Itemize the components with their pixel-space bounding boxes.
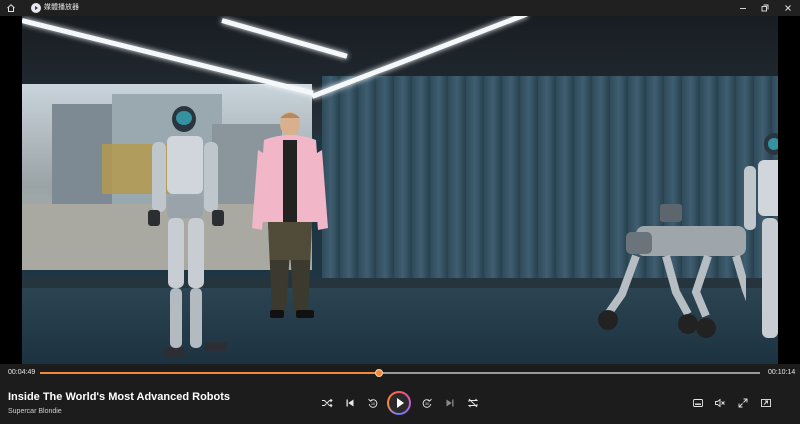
shuffle-icon xyxy=(322,398,333,408)
humanoid-robot xyxy=(132,104,242,364)
humanoid-robot-right xyxy=(734,132,778,352)
svg-text:30: 30 xyxy=(425,402,429,406)
quadruped-robot xyxy=(596,204,746,344)
app-title: 媒體播放器 xyxy=(44,4,79,11)
title-bar: 媒體播放器 xyxy=(0,0,800,16)
seek-bar[interactable] xyxy=(40,369,760,377)
play-button[interactable] xyxy=(387,391,411,415)
media-player-icon xyxy=(31,3,41,13)
restore-icon xyxy=(761,4,769,12)
rewind-10-icon: 10 xyxy=(368,398,378,408)
fullscreen-icon xyxy=(738,398,748,408)
restore-button[interactable] xyxy=(760,3,770,13)
presenter xyxy=(250,110,330,320)
next-icon xyxy=(446,399,454,407)
fullscreen-button[interactable] xyxy=(737,397,749,409)
next-button[interactable] xyxy=(444,397,456,409)
play-icon xyxy=(389,393,409,413)
miniplayer-button[interactable] xyxy=(692,397,704,409)
volume-button[interactable] xyxy=(714,397,726,409)
seek-bar-progress xyxy=(40,372,380,374)
current-time: 00:04:49 xyxy=(8,369,36,376)
previous-icon xyxy=(346,399,354,407)
media-title: Inside The World's Most Advanced Robots xyxy=(8,391,231,403)
volume-muted-icon xyxy=(715,398,725,408)
minimize-button[interactable] xyxy=(738,3,748,13)
close-button[interactable] xyxy=(783,3,793,13)
close-icon xyxy=(785,5,791,11)
video-frame[interactable] xyxy=(22,16,778,364)
seek-bar-thumb[interactable] xyxy=(375,369,384,377)
rewind-button[interactable]: 10 xyxy=(367,397,379,409)
home-icon[interactable] xyxy=(6,3,16,13)
forward-button[interactable]: 30 xyxy=(421,397,433,409)
repeat-off-icon xyxy=(467,398,479,408)
cast-icon xyxy=(761,399,771,407)
total-time: 00:10:14 xyxy=(768,369,796,376)
media-channel: Supercar Blondie xyxy=(8,408,62,415)
cast-button[interactable] xyxy=(760,397,772,409)
miniplayer-icon xyxy=(693,399,703,407)
minimize-icon xyxy=(740,8,746,9)
control-bar: 00:04:49 00:10:14 Inside The World's Mos… xyxy=(0,364,800,424)
shuffle-button[interactable] xyxy=(321,397,333,409)
previous-button[interactable] xyxy=(344,397,356,409)
forward-30-icon: 30 xyxy=(422,398,432,408)
svg-text:10: 10 xyxy=(371,402,375,406)
repeat-button[interactable] xyxy=(467,397,479,409)
